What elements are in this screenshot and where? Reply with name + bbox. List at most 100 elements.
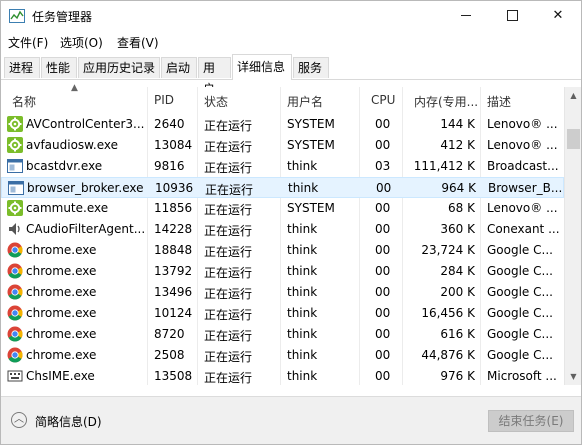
gear-icon — [7, 200, 23, 216]
table-row[interactable]: browser_broker.exe 10936 正在运行 think 00 964 K B… — [1, 177, 564, 198]
menu-view[interactable]: 查看(V) — [117, 34, 159, 51]
process-table-body: AVControlCenter3... 2640 正在运行 SYSTEM 00 144 K… — [1, 114, 564, 385]
table-row[interactable]: chrome.exe 13792 正在运行 think 00 284 K Google C.… — [1, 261, 564, 282]
table-row[interactable]: chrome.exe 18848 正在运行 think 00 23,724 K Google… — [1, 240, 564, 261]
process-cpu: 00 — [375, 222, 391, 236]
scroll-up-icon[interactable]: ▲ — [565, 87, 581, 104]
process-user: SYSTEM — [287, 138, 335, 152]
menu-file[interactable]: 文件(F) — [8, 34, 48, 51]
process-description: Google C... — [487, 264, 553, 278]
column-header-name[interactable]: 名称 — [12, 93, 36, 110]
table-row[interactable]: chrome.exe 13496 正在运行 think 00 200 K Google C.… — [1, 282, 564, 303]
process-description: Google C... — [487, 327, 553, 341]
process-user: think — [287, 222, 318, 236]
table-row[interactable]: chrome.exe 10124 正在运行 think 00 16,456 K Google… — [1, 303, 564, 324]
table-row[interactable]: CAudioFilterAgent... 14228 正在运行 think 00 360 … — [1, 219, 564, 240]
process-name: cammute.exe — [26, 201, 109, 215]
process-cpu: 00 — [375, 117, 391, 131]
table-row[interactable]: cammute.exe 11856 正在运行 SYSTEM 00 68 K Lenovo® … — [1, 198, 564, 219]
process-pid: 13084 — [154, 138, 193, 152]
process-status: 正在运行 — [204, 371, 253, 385]
process-memory: 616 K — [440, 327, 475, 341]
process-name: CAudioFilterAgent... — [26, 222, 146, 236]
process-pid: 11856 — [154, 201, 193, 215]
sort-ascending-icon: ▲ — [71, 83, 78, 93]
tab-app-history[interactable]: 应用历史记录 — [78, 57, 160, 78]
table-row[interactable]: chrome.exe 8720 正在运行 think 00 616 K Google C..… — [1, 324, 564, 345]
column-header-username[interactable]: 用户名 — [287, 93, 323, 110]
tab-processes[interactable]: 进程 — [4, 57, 40, 78]
column-header-memory[interactable]: 内存(专用... — [414, 93, 478, 110]
menu-bar: 文件(F) 选项(O) 查看(V) — [1, 31, 581, 52]
process-status: 正在运行 — [205, 183, 254, 197]
process-cpu: 00 — [375, 306, 391, 320]
process-description: Broadcast... — [487, 159, 559, 173]
table-row[interactable]: AVControlCenter3... 2640 正在运行 SYSTEM 00 144 K… — [1, 114, 564, 135]
process-description: Lenovo® ... — [487, 201, 558, 215]
column-header-pid[interactable]: PID — [154, 93, 174, 107]
process-pid: 10124 — [154, 306, 193, 320]
table-row[interactable]: bcastdvr.exe 9816 正在运行 think 03 111,412 K Broa… — [1, 156, 564, 177]
process-pid: 10936 — [155, 181, 194, 195]
tab-startup[interactable]: 启动 — [161, 57, 197, 78]
close-button[interactable]: ✕ — [535, 1, 581, 31]
process-cpu: 00 — [375, 264, 391, 278]
tab-performance[interactable]: 性能 — [41, 57, 77, 78]
process-memory: 412 K — [440, 138, 475, 152]
speaker-icon — [7, 221, 23, 237]
collapse-chevron-up-icon[interactable]: ︿ — [11, 412, 27, 428]
window-icon — [8, 180, 24, 196]
process-cpu: 00 — [375, 138, 391, 152]
process-pid: 13792 — [154, 264, 193, 278]
scroll-down-icon[interactable]: ▼ — [565, 368, 581, 385]
process-cpu: 00 — [375, 201, 391, 215]
table-row[interactable]: ChsIME.exe 13508 正在运行 think 00 976 K Microsoft… — [1, 366, 564, 385]
process-user: think — [287, 264, 318, 278]
chrome-icon — [7, 305, 23, 321]
process-pid: 13496 — [154, 285, 193, 299]
gear-icon — [7, 137, 23, 153]
maximize-button[interactable] — [489, 1, 535, 31]
tab-details[interactable]: 详细信息 — [232, 54, 292, 80]
table-row[interactable]: avfaudiosw.exe 13084 正在运行 SYSTEM 00 412 K Leno… — [1, 135, 564, 156]
footer-bar: ︿ 简略信息(D) 结束任务(E) — [1, 396, 581, 444]
task-manager-window: 任务管理器 ✕ 文件(F) 选项(O) 查看(V) 进程 性能 应用历史记录 启… — [0, 0, 582, 445]
table-row[interactable]: chrome.exe 2508 正在运行 think 00 44,876 K Google … — [1, 345, 564, 366]
process-status: 正在运行 — [204, 224, 253, 238]
menu-options[interactable]: 选项(O) — [60, 34, 103, 51]
process-memory: 111,412 K — [413, 159, 475, 173]
process-user: think — [287, 306, 318, 320]
maximize-icon — [506, 10, 518, 21]
process-description: Browser_B... — [488, 181, 562, 195]
vertical-scrollbar[interactable]: ▲ ▼ — [564, 87, 581, 385]
tab-users[interactable]: 用户 — [198, 57, 231, 96]
column-header-description[interactable]: 描述 — [487, 93, 511, 110]
chrome-icon — [7, 326, 23, 342]
process-status: 正在运行 — [204, 245, 253, 259]
end-task-button[interactable]: 结束任务(E) — [488, 410, 574, 432]
process-memory: 68 K — [448, 201, 475, 215]
process-description: Conexant ... — [487, 222, 560, 236]
chrome-icon — [7, 263, 23, 279]
fewer-details-link[interactable]: 简略信息(D) — [35, 413, 102, 430]
process-user: SYSTEM — [287, 201, 335, 215]
process-description: Lenovo® ... — [487, 138, 558, 152]
gear-icon — [7, 116, 23, 132]
process-cpu: 00 — [375, 285, 391, 299]
process-memory: 23,724 K — [421, 243, 475, 257]
column-header-cpu[interactable]: CPU — [371, 93, 395, 107]
title-bar[interactable]: 任务管理器 ✕ — [1, 1, 581, 31]
process-name: AVControlCenter3... — [26, 117, 145, 131]
column-header-status[interactable]: 状态 — [204, 93, 228, 110]
process-status: 正在运行 — [204, 140, 253, 154]
scrollbar-thumb[interactable] — [567, 129, 580, 149]
tab-services[interactable]: 服务 — [293, 57, 329, 78]
process-description: Google C... — [487, 348, 553, 362]
process-description: Google C... — [487, 243, 553, 257]
process-description: Google C... — [487, 285, 553, 299]
process-name: chrome.exe — [26, 285, 97, 299]
process-user: think — [287, 285, 318, 299]
process-status: 正在运行 — [204, 287, 253, 301]
minimize-button[interactable] — [443, 1, 489, 31]
tab-bar: 进程 性能 应用历史记录 启动 用户 详细信息 服务 — [1, 54, 581, 96]
